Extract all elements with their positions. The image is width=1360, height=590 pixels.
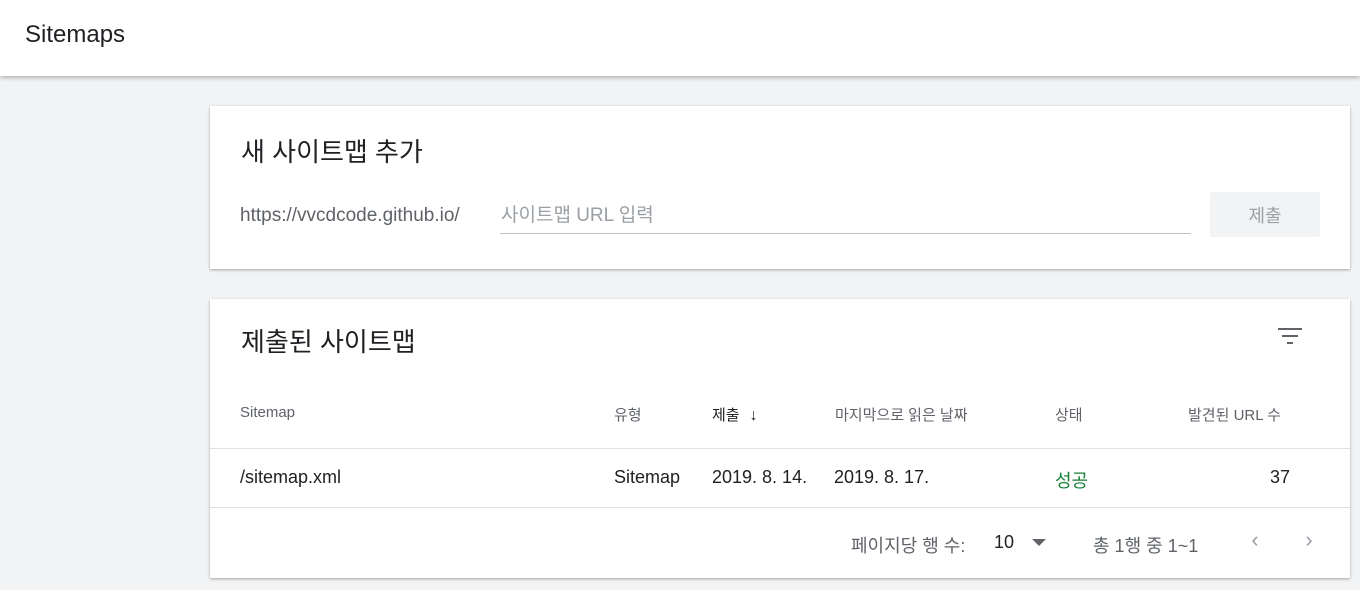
column-header-submitted-label: 제출 [712, 407, 740, 424]
submitted-sitemaps-title: 제출된 사이트맵 [241, 327, 416, 357]
chevron-right-icon[interactable]: › [1294, 525, 1324, 555]
rows-per-page-label: 페이지당 행 수: [851, 536, 966, 556]
column-header-discovered-urls[interactable]: 발견된 URL 수 [1188, 404, 1281, 425]
dropdown-arrow-icon [1032, 539, 1046, 546]
cell-last-read: 2019. 8. 17. [834, 467, 930, 487]
submitted-sitemaps-card: 제출된 사이트맵 Sitemap 유형 제출 ↓ 마지막으로 읽은 날짜 상태 발… [210, 299, 1350, 578]
cell-status: 성공 [1055, 471, 1089, 491]
filter-icon-line [1278, 328, 1302, 330]
cell-submitted: 2019. 8. 14. [712, 467, 808, 487]
sort-descending-icon: ↓ [749, 407, 758, 424]
add-sitemap-card: 새 사이트맵 추가 https://vvcdcode.github.io/ 제출 [210, 106, 1350, 269]
cell-sitemap: /sitemap.xml [240, 467, 342, 487]
url-prefix: https://vvcdcode.github.io/ [240, 205, 460, 226]
top-app-bar: Sitemaps [0, 0, 1360, 76]
column-header-last-read[interactable]: 마지막으로 읽은 날짜 [835, 404, 968, 425]
rows-per-page-value: 10 [994, 532, 1015, 552]
column-header-status[interactable]: 상태 [1055, 404, 1083, 425]
column-header-sitemap[interactable]: Sitemap [240, 404, 295, 421]
add-sitemap-title: 새 사이트맵 추가 [241, 137, 423, 167]
row-divider [210, 507, 1350, 508]
pagination-range: 총 1행 중 1~1 [1093, 536, 1199, 556]
rows-per-page-select[interactable]: 10 [990, 529, 1052, 557]
header-divider [210, 448, 1350, 449]
filter-icon-line [1282, 335, 1298, 337]
column-header-submitted[interactable]: 제출 ↓ [712, 404, 758, 425]
sitemap-url-input[interactable] [500, 202, 1191, 234]
filter-icon[interactable] [1276, 325, 1304, 347]
column-header-type[interactable]: 유형 [614, 404, 642, 425]
cell-type: Sitemap [614, 467, 681, 487]
filter-icon-line [1287, 342, 1293, 344]
chevron-left-icon[interactable]: ‹ [1240, 525, 1270, 555]
page-title: Sitemaps [25, 21, 126, 48]
submit-button[interactable]: 제출 [1210, 192, 1320, 237]
cell-discovered-urls: 37 [1269, 467, 1290, 487]
